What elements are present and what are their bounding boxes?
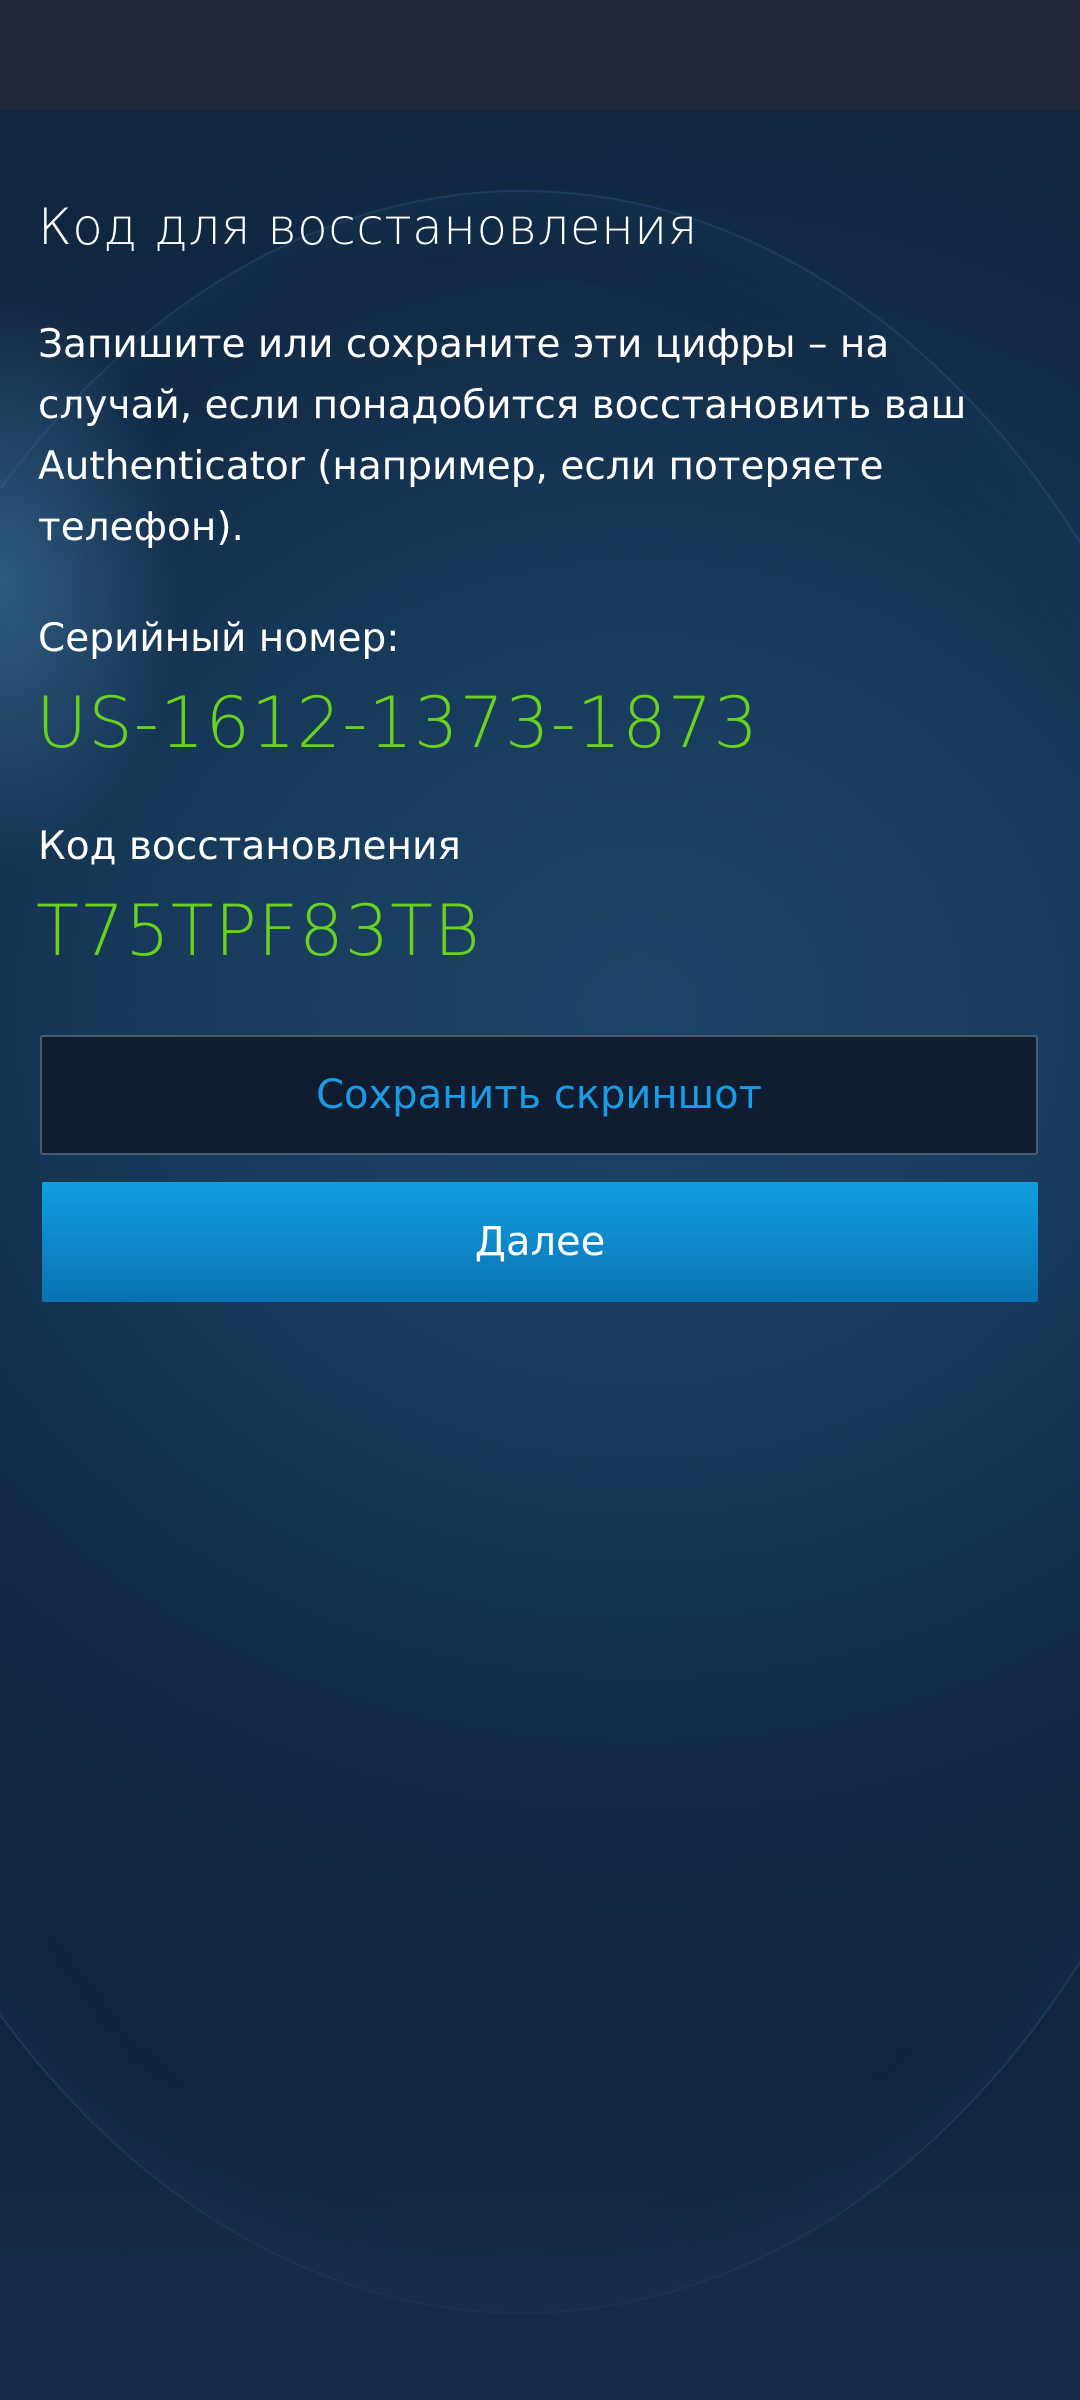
recovery-code-screen: Код для восстановления Запишите или сохр… (0, 0, 1080, 2400)
recovery-code-value: T75TPF83TB (36, 890, 481, 972)
next-button[interactable]: Далее (42, 1182, 1038, 1302)
page-title: Код для восстановления (38, 198, 698, 256)
serial-number-label: Серийный номер: (38, 616, 400, 661)
serial-number-value: US-1612-1373-1873 (36, 682, 759, 764)
instructions-text: Запишите или сохраните эти цифры – на сл… (38, 322, 967, 550)
recovery-code-label: Код восстановления (38, 824, 461, 869)
status-bar (0, 0, 1080, 110)
save-screenshot-button[interactable]: Сохранить скриншот (40, 1035, 1038, 1155)
background-planet-rim (0, 2080, 1080, 2400)
